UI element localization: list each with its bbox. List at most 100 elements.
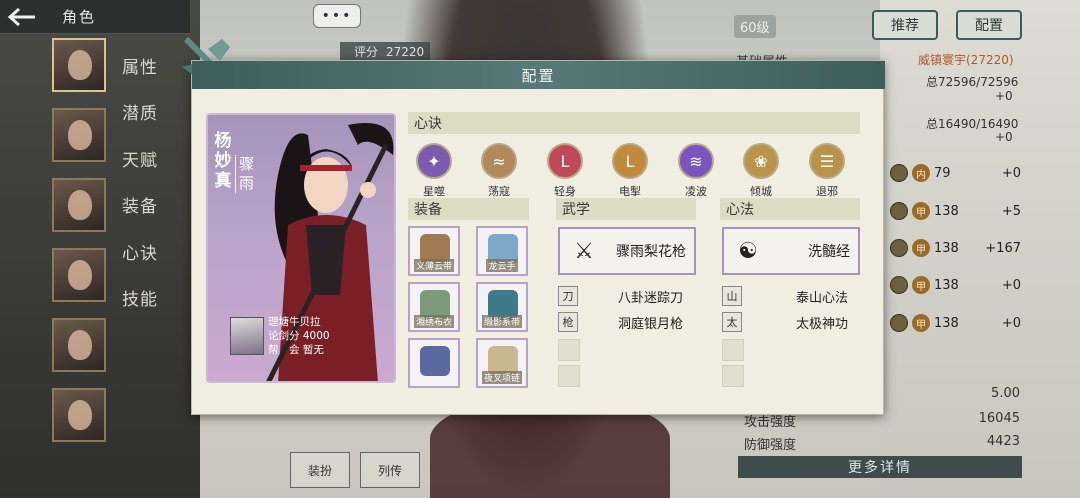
owner-score: 论剑分 4000 [268,330,330,342]
bottom-buttons: 装扮 列传 [290,452,420,488]
equip-label: 缎影系带 [481,315,522,328]
equip-slot[interactable]: 湘绣布衣 [408,282,460,332]
wuxue-main-name: 骤雨梨花枪 [616,244,686,260]
equip-slot[interactable] [408,338,460,388]
empty-wuxue-slot[interactable] [558,365,580,387]
ward-icon[interactable]: ☰ [809,143,845,179]
stat-row: 内 79 +0 [890,161,1025,185]
equip-label: 夜叉项链 [481,371,522,384]
xinjue-item[interactable]: ≋ 凌波 [673,143,719,199]
character-name: 杨妙真 [214,131,232,191]
stat-value: 4423 [986,434,1020,449]
stat-row: 甲 138 +0 [890,273,1025,297]
stat-row: 甲 138 +0 [890,311,1025,335]
grade-badge-icon: 内 [912,164,930,182]
equip-label: 湘绣布衣 [413,315,454,328]
empty-wuxue-slot[interactable] [558,339,580,361]
stat-bonus: +0 [1001,277,1021,293]
more-details-button[interactable]: 更多详情 [738,456,1022,478]
tab-xinjue[interactable]: 心诀 [122,228,172,275]
wave-icon[interactable]: ≈ [481,143,517,179]
tab-attributes[interactable]: 属性 [122,42,172,89]
xinjue-label: 退邪 [816,185,838,198]
config-button[interactable]: 配置 [956,10,1022,40]
hp-line: 总72596/72596 [926,75,1019,89]
xinfa-list-item[interactable]: 太 [722,311,742,333]
page-title: 角色 [62,8,97,26]
tab-skills[interactable]: 技能 [122,275,172,322]
character-title: 骤雨 [235,155,255,193]
tab-equipment[interactable]: 装备 [122,182,172,229]
xinfa-name: 泰山心法 [796,291,849,306]
xinjue-label: 星噬 [423,185,445,198]
meditation-icon: ☯ [738,238,758,264]
spear-stance-icon: 枪 [558,312,578,332]
stat-value: 16045 [978,411,1020,426]
equip-section-header: 装备 [408,198,529,220]
equip-slot[interactable]: 龙云手 [476,226,528,276]
recommend-button[interactable]: 推荐 [872,10,938,40]
xinjue-item[interactable]: ≈ 荡寇 [476,143,522,199]
tab-talent[interactable]: 天赋 [122,135,172,182]
equip-slot[interactable]: 义薄云带 [408,226,460,276]
character-avatar[interactable] [52,108,106,162]
xinjue-item[interactable]: ✦ 星噬 [411,143,457,199]
wuxue-section-header: 武学 [556,198,696,220]
wuxue-list-item[interactable]: 枪 [558,311,578,333]
character-avatar[interactable] [52,248,106,302]
empty-xinfa-slot[interactable] [722,365,744,387]
character-avatar[interactable] [52,178,106,232]
owner-info: 理塘牛贝拉 论剑分 4000 帮 会 暂无 [268,315,330,357]
owner-guild: 帮 会 暂无 [268,344,324,356]
wuxue-list-item[interactable]: 刀 [558,285,578,307]
xinfa-main-slot[interactable]: ☯ 洗髓经 [722,227,860,275]
attribute-icon [890,314,908,332]
character-avatar[interactable] [52,38,106,92]
beauty-icon[interactable]: ❀ [743,143,779,179]
ripple-icon[interactable]: ≋ [678,143,714,179]
character-avatar[interactable] [52,318,106,372]
grade-badge-icon: 甲 [912,314,930,332]
equip-label: 义薄云带 [413,259,454,272]
swift-icon[interactable]: L [547,143,583,179]
blade-stance-icon: 刀 [558,286,578,306]
arrow-left-icon[interactable] [0,0,44,34]
mountain-stance-icon: 山 [722,286,742,306]
xinjue-item[interactable]: L 电掣 [607,143,653,199]
character-avatar-list [52,38,106,458]
stat-value: 5.00 [991,386,1020,401]
stat-bonus: +5 [1001,203,1021,219]
wuxue-main-slot[interactable]: ⚔ 骤雨梨花枪 [558,227,696,275]
stat-label: 防御强度 [744,438,797,453]
wuxue-name: 洞庭银月枪 [618,317,684,332]
xinjue-item[interactable]: ❀ 倾城 [738,143,784,199]
star-swirl-icon[interactable]: ✦ [416,143,452,179]
tab-potential[interactable]: 潜质 [122,89,172,136]
stat-row: 甲 138 +5 [890,199,1025,223]
xinfa-list-item[interactable]: 山 [722,285,742,307]
character-portrait-card: 杨妙真 骤雨 理塘牛贝拉 论剑分 4000 帮 会 暂无 [206,113,396,383]
empty-xinfa-slot[interactable] [722,339,744,361]
chat-bubble[interactable]: ••• [313,4,361,28]
attribute-icon [890,239,908,257]
lightning-icon[interactable]: L [612,143,648,179]
owner-avatar [230,317,264,355]
xinfa-section-header: 心法 [720,198,860,220]
xinjue-label: 荡寇 [488,185,510,198]
score-tag: 评分 27220 [340,42,431,61]
character-avatar[interactable] [52,388,106,442]
xinjue-label: 电掣 [619,185,641,198]
spear-warrior-icon: ⚔ [574,238,594,264]
xinjue-item[interactable]: ☰ 退邪 [804,143,850,199]
wuxue-name: 八卦迷踪刀 [618,291,684,306]
taiji-stance-icon: 太 [722,312,742,332]
dress-up-button[interactable]: 装扮 [290,452,350,488]
stat-bonus: +167 [985,240,1021,256]
hp-plus: +0 [995,89,1013,103]
biography-button[interactable]: 列传 [360,452,420,488]
xinjue-label: 凌波 [685,185,707,198]
mp-plus: +0 [995,130,1013,144]
equip-slot[interactable]: 缎影系带 [476,282,528,332]
xinjue-item[interactable]: L 轻身 [542,143,588,199]
equip-slot[interactable]: 夜叉项链 [476,338,528,388]
